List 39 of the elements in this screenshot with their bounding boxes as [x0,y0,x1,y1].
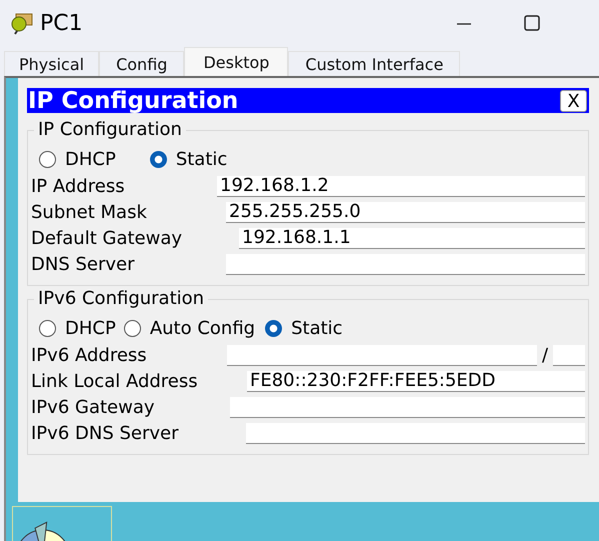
field-label: DNS Server [31,254,136,274]
tab[interactable]: Config [99,51,184,76]
input-field[interactable] [246,422,585,444]
input-field[interactable] [227,344,537,366]
field-label: Link Local Address [31,370,199,392]
radio-label: DHCP [65,318,116,338]
radio-button[interactable] [39,150,56,168]
window-title: PC1 [40,11,83,36]
dialog-title: IP Configuration [27,88,238,114]
field-label: Default Gateway [31,228,184,248]
group-legend: IPv6 Configuration [34,288,208,309]
input-field[interactable] [230,396,585,418]
field-label: IPv6 DNS Server [31,422,180,444]
maximize-icon[interactable] [523,14,541,32]
field-label: IPv6 Gateway [31,396,156,418]
input-field[interactable]: 192.168.1.2 [217,176,585,196]
tab[interactable]: Custom Interface [288,51,460,76]
radio-button[interactable] [265,320,282,336]
field-label: IP Address [31,176,126,196]
radio-button[interactable] [150,150,167,168]
input-field[interactable]: 255.255.255.0 [226,202,585,222]
radio-button[interactable] [124,320,141,336]
close-button[interactable]: X [560,90,587,112]
field-label: IPv6 Address [31,344,148,366]
input-field[interactable]: 192.168.1.1 [239,228,585,248]
input-field[interactable] [226,254,585,274]
slash-separator: / [540,344,550,366]
group-legend: IP Configuration [34,119,186,140]
radio-label: DHCP [65,148,116,170]
radio-button[interactable] [39,320,56,336]
field-label: Subnet Mask [31,202,148,222]
radio-label: Static [291,318,343,338]
pie-chart-icon [12,506,112,541]
radio-label: Auto Config [150,318,256,338]
tab[interactable]: Desktop [184,47,288,76]
radio-label: Static [176,148,228,170]
tab[interactable]: Physical [4,51,100,76]
input-field[interactable]: FE80::230:F2FF:FEE5:5EDD [247,370,585,392]
prefix-field[interactable] [553,344,585,366]
